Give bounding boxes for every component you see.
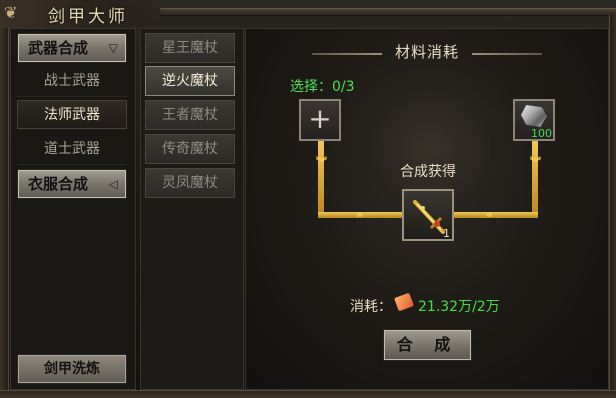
weapon-synthesis-label: 武器合成 [28,39,89,57]
left-pipe-vertical [318,141,324,217]
materials-header: 材料消耗 [394,43,459,61]
result-slot[interactable]: 1 [402,189,454,241]
result-label: 合成获得 [400,164,456,180]
flow-arrow-icon: » [356,208,364,221]
nav-item-taoist-weapon[interactable]: 道士武器 [17,135,127,165]
material-count: 100 [531,127,552,140]
craft-button[interactable]: 合 成 [383,329,472,361]
flow-arrow-icon: ︾ [316,156,327,169]
flow-arrow-icon: ︾ [530,156,541,169]
window-title: 剑甲大师 [48,7,128,27]
synthesis-panel: 材料消耗 选择：0/3 + 100 ︾ ︾ » « 合成获得 1 消耗： 21.… [245,28,609,390]
left-border [0,28,9,397]
clothes-synthesis-category[interactable]: 衣服合成 ◁ [17,169,127,199]
refine-button[interactable]: 剑甲洗炼 [17,354,127,384]
category-nav: 武器合成 ▽ 战士武器 法师武器 道士武器 衣服合成 ◁ 剑甲洗炼 [10,28,136,390]
dragon-emblem-icon: ❦ [4,3,18,22]
cost-label: 消耗： [350,299,392,315]
wand-item-star-king[interactable]: 星王魔杖 [145,33,235,63]
cost-value: 21.32万/2万 [418,299,500,315]
chevron-down-icon: ▽ [108,41,118,55]
wand-list: 星王魔杖 逆火魔杖 王者魔杖 传奇魔杖 灵凤魔杖 [140,28,244,390]
add-material-slot[interactable]: + [299,99,341,141]
nav-item-mage-weapon[interactable]: 法师武器 [17,100,127,129]
silver-ore-icon [521,105,547,127]
gold-ingot-icon [394,292,414,312]
right-pipe-vertical [532,141,538,217]
material-slot[interactable]: 100 [513,99,555,141]
wand-item-reverse-fire[interactable]: 逆火魔杖 [145,66,235,96]
weapon-synthesis-category[interactable]: 武器合成 ▽ [17,33,127,63]
selection-count: 选择：0/3 [290,79,355,95]
flow-arrow-icon: « [486,208,494,221]
wand-item-legend[interactable]: 传奇魔杖 [145,134,235,164]
right-pipe-horizontal [454,212,538,218]
result-count: 1 [443,227,450,240]
chevron-left-icon: ◁ [108,177,118,191]
top-border [160,8,616,16]
wand-item-king[interactable]: 王者魔杖 [145,100,235,130]
plus-icon: + [308,102,332,135]
wand-item-phoenix[interactable]: 灵凤魔杖 [145,168,235,198]
nav-item-warrior-weapon[interactable]: 战士武器 [17,67,127,97]
right-border [609,14,616,397]
title-bar: ❦ 剑甲大师 [0,0,170,28]
clothes-synthesis-label: 衣服合成 [28,175,89,193]
